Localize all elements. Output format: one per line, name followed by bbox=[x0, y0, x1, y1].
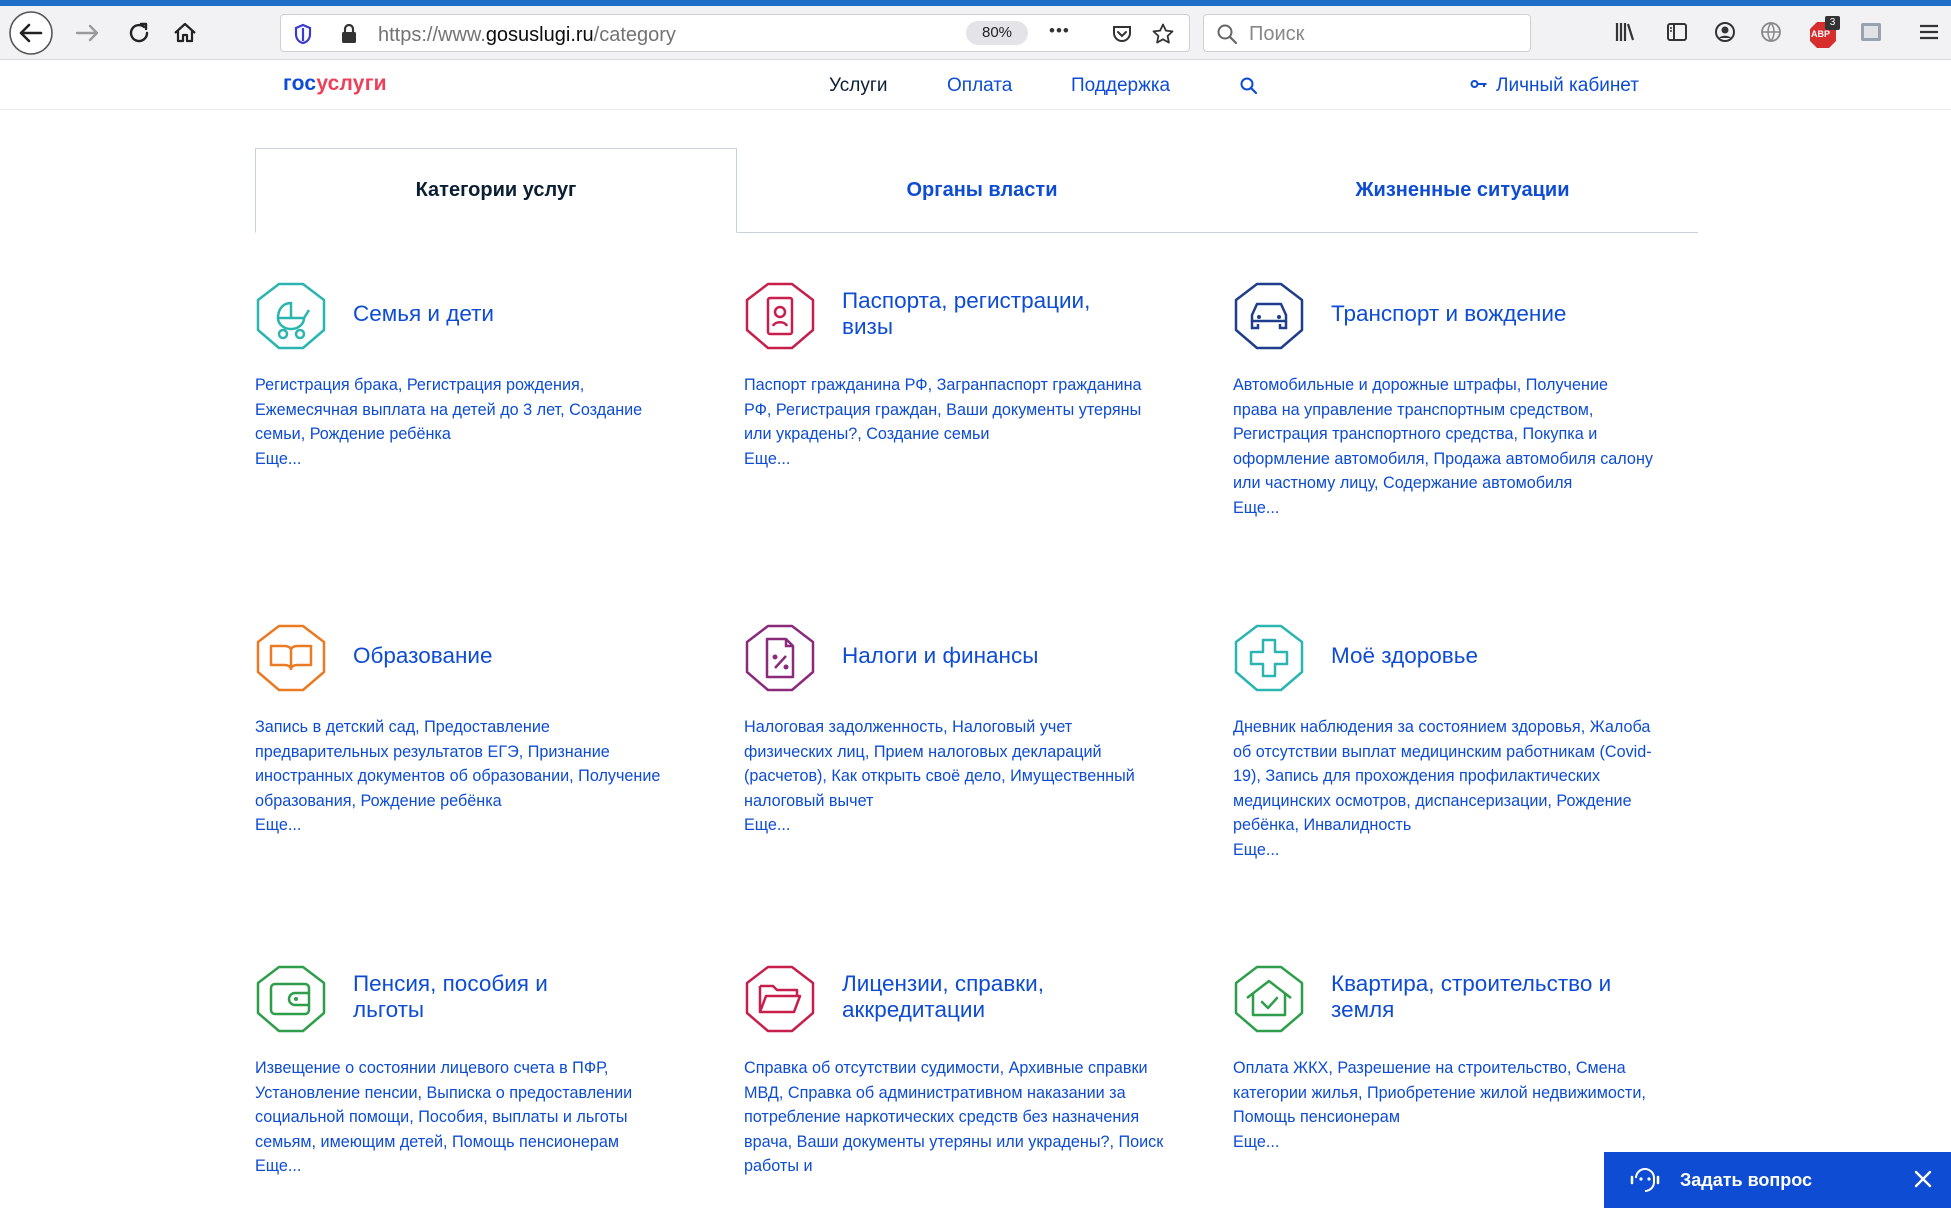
search-placeholder: Поиск bbox=[1249, 23, 1305, 45]
home-button[interactable] bbox=[170, 18, 200, 48]
nav-support[interactable]: Поддержка bbox=[1071, 75, 1170, 97]
personal-cabinet-link[interactable]: Личный кабинет bbox=[1470, 75, 1639, 97]
category-title[interactable]: Моё здоровье bbox=[1331, 643, 1478, 669]
menu-hamburger-icon[interactable] bbox=[1917, 20, 1941, 44]
category-title[interactable]: Семья и дети bbox=[353, 301, 494, 327]
tracking-shield-icon bbox=[294, 23, 312, 45]
wallet-icon bbox=[256, 965, 326, 1033]
search-icon bbox=[1217, 24, 1238, 45]
category-description[interactable]: Запись в детский сад, Предоставление пре… bbox=[255, 715, 675, 838]
site-header: госуслуги Услуги Оплата Поддержка Личный… bbox=[0, 60, 1951, 110]
chat-bot-icon bbox=[1630, 1168, 1660, 1192]
category-services[interactable]: Извещение о состоянии лицевого счета в П… bbox=[255, 1059, 632, 1151]
cabinet-label: Личный кабинет bbox=[1496, 75, 1639, 96]
category-title[interactable]: Паспорта, регистрации, визы bbox=[842, 288, 1102, 340]
book-icon bbox=[256, 624, 326, 692]
adblock-count-badge: 3 bbox=[1825, 16, 1840, 30]
more-link[interactable]: Еще... bbox=[744, 813, 1164, 838]
nav-payment[interactable]: Оплата bbox=[947, 75, 1012, 97]
browser-search-input[interactable]: Поиск bbox=[1203, 14, 1531, 52]
more-link[interactable]: Еще... bbox=[255, 813, 675, 838]
address-bar[interactable]: https://www.gosuslugi.ru/category 80% ••… bbox=[280, 14, 1190, 52]
logo-part-2: услуги bbox=[316, 72, 387, 95]
category-services[interactable]: Паспорт гражданина РФ, Загранпаспорт гра… bbox=[744, 376, 1142, 443]
category-description[interactable]: Извещение о состоянии лицевого счета в П… bbox=[255, 1056, 675, 1179]
sidebar-icon[interactable] bbox=[1665, 20, 1689, 44]
tab-authorities[interactable]: Органы власти bbox=[737, 148, 1227, 232]
category-description[interactable]: Дневник наблюдения за состоянием здоровь… bbox=[1233, 715, 1653, 863]
category-description[interactable]: Регистрация брака, Регистрация рождения,… bbox=[255, 373, 675, 471]
category-title[interactable]: Налоги и финансы bbox=[842, 643, 1038, 669]
zoom-indicator[interactable]: 80% bbox=[966, 21, 1028, 45]
reload-icon bbox=[129, 22, 149, 43]
lock-icon bbox=[342, 23, 356, 43]
medical-cross-icon bbox=[1234, 624, 1304, 692]
category-services[interactable]: Автомобильные и дорожные штрафы, Получен… bbox=[1233, 376, 1653, 492]
library-icon[interactable] bbox=[1613, 20, 1637, 44]
category-services[interactable]: Дневник наблюдения за состоянием здоровь… bbox=[1233, 718, 1652, 834]
category-services[interactable]: Справка об отсутствии судимости, Архивны… bbox=[744, 1059, 1163, 1175]
page-actions-menu-button[interactable]: ••• bbox=[1049, 21, 1070, 41]
tax-document-icon bbox=[745, 624, 815, 692]
pocket-icon[interactable] bbox=[1111, 23, 1133, 45]
url-path: /category bbox=[593, 24, 676, 46]
category-description[interactable]: Налоговая задолженность, Налоговый учет … bbox=[744, 715, 1164, 838]
screenshot-extension-icon[interactable] bbox=[1858, 19, 1884, 45]
adblock-extension-button[interactable]: ABP 3 bbox=[1808, 16, 1842, 50]
category-title[interactable]: Транспорт и вождение bbox=[1331, 301, 1566, 327]
more-link[interactable]: Еще... bbox=[1233, 1130, 1653, 1155]
stroller-icon bbox=[256, 282, 326, 350]
forward-arrow-icon bbox=[75, 24, 99, 42]
account-icon[interactable] bbox=[1713, 20, 1737, 44]
category-title[interactable]: Образование bbox=[353, 643, 492, 669]
category-description[interactable]: Оплата ЖКХ, Разрешение на строительство,… bbox=[1233, 1056, 1653, 1154]
url-text: https://www.gosuslugi.ru/category bbox=[378, 24, 676, 47]
url-prefix: https://www. bbox=[378, 24, 486, 46]
browser-toolbar: https://www.gosuslugi.ru/category 80% ••… bbox=[0, 6, 1951, 60]
chat-label: Задать вопрос bbox=[1680, 1170, 1813, 1190]
more-link[interactable]: Еще... bbox=[255, 1154, 675, 1179]
category-services[interactable]: Регистрация брака, Регистрация рождения,… bbox=[255, 376, 642, 443]
reload-button[interactable] bbox=[124, 18, 154, 48]
forward-button[interactable] bbox=[72, 18, 102, 48]
category-title[interactable]: Квартира, строительство и земля bbox=[1331, 971, 1651, 1023]
more-link[interactable]: Еще... bbox=[1233, 496, 1653, 521]
more-link[interactable]: Еще... bbox=[255, 447, 675, 472]
more-link[interactable]: Еще... bbox=[744, 447, 1164, 472]
category-description[interactable]: Справка об отсутствии судимости, Архивны… bbox=[744, 1056, 1164, 1179]
tab-service-categories[interactable]: Категории услуг bbox=[255, 148, 737, 233]
category-services[interactable]: Налоговая задолженность, Налоговый учет … bbox=[744, 718, 1135, 810]
logo-part-1: гос bbox=[283, 72, 317, 95]
category-title[interactable]: Пенсия, пособия и льготы bbox=[353, 971, 613, 1023]
category-title[interactable]: Лицензии, справки, аккредитации bbox=[842, 971, 1122, 1023]
category-tabs: Категории услуг Органы власти Жизненные … bbox=[255, 148, 1698, 233]
more-link[interactable]: Еще... bbox=[1233, 838, 1653, 863]
tab-life-situations[interactable]: Жизненные ситуации bbox=[1227, 148, 1698, 232]
back-button[interactable] bbox=[8, 10, 54, 56]
globe-extension-icon[interactable] bbox=[1759, 20, 1783, 44]
passport-icon bbox=[745, 282, 815, 350]
house-icon bbox=[1234, 965, 1304, 1033]
close-icon[interactable] bbox=[1910, 1166, 1936, 1192]
nav-services[interactable]: Услуги bbox=[829, 75, 887, 97]
key-icon bbox=[1470, 79, 1487, 88]
category-description[interactable]: Автомобильные и дорожные штрафы, Получен… bbox=[1233, 373, 1653, 521]
url-domain: gosuslugi.ru bbox=[485, 24, 594, 46]
home-icon bbox=[174, 22, 196, 43]
category-services[interactable]: Оплата ЖКХ, Разрешение на строительство,… bbox=[1233, 1059, 1646, 1126]
bookmark-star-icon[interactable] bbox=[1151, 22, 1175, 46]
ask-question-chat-widget[interactable]: Задать вопрос bbox=[1604, 1152, 1951, 1208]
category-services[interactable]: Запись в детский сад, Предоставление пре… bbox=[255, 718, 660, 810]
folder-icon bbox=[745, 965, 815, 1033]
back-arrow-icon bbox=[9, 11, 53, 55]
gosuslugi-logo[interactable]: госуслуги bbox=[283, 72, 387, 96]
category-description[interactable]: Паспорт гражданина РФ, Загранпаспорт гра… bbox=[744, 373, 1164, 471]
car-icon bbox=[1234, 282, 1304, 350]
adblock-label: ABP bbox=[1811, 29, 1831, 39]
site-search-icon[interactable] bbox=[1239, 76, 1259, 96]
